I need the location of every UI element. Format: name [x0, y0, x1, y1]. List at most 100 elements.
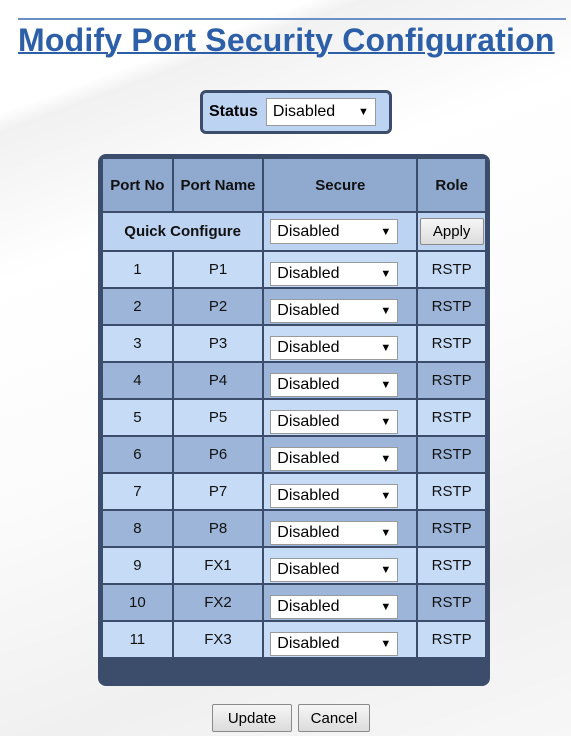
status-select[interactable]: Disabled ▼ — [265, 98, 376, 126]
port-name-cell: P5 — [173, 400, 263, 435]
role-cell: RSTP — [418, 252, 485, 287]
secure-cell: Disabled ▼ — [264, 252, 417, 287]
table-row: 9 FX1 Disabled ▼ RSTP — [103, 548, 485, 583]
role-cell: RSTP — [418, 437, 485, 472]
role-cell: RSTP — [418, 474, 485, 509]
table-row: 2 P2 Disabled ▼ RSTP — [103, 289, 485, 324]
secure-cell: Disabled ▼ — [264, 326, 417, 361]
secure-select-value: Disabled — [277, 412, 340, 430]
port-name-cell: P6 — [173, 437, 263, 472]
form-actions: Update Cancel — [212, 704, 370, 732]
secure-select[interactable]: Disabled ▼ — [270, 372, 399, 397]
header-role: Role — [418, 159, 485, 211]
dropdown-arrow-icon: ▼ — [380, 563, 392, 576]
dropdown-arrow-icon: ▼ — [380, 637, 392, 650]
role-cell: RSTP — [418, 326, 485, 361]
secure-cell: Disabled ▼ — [264, 585, 417, 620]
secure-cell: Disabled ▼ — [264, 474, 417, 509]
dropdown-arrow-icon: ▼ — [380, 526, 392, 539]
secure-select[interactable]: Disabled ▼ — [270, 446, 399, 471]
secure-select[interactable]: Disabled ▼ — [270, 298, 399, 323]
dropdown-arrow-icon: ▼ — [380, 452, 392, 465]
secure-select[interactable]: Disabled ▼ — [270, 631, 399, 656]
port-no-cell: 5 — [103, 400, 172, 435]
table-row: 3 P3 Disabled ▼ RSTP — [103, 326, 485, 361]
secure-select-value: Disabled — [277, 338, 340, 356]
secure-select[interactable]: Disabled ▼ — [270, 557, 399, 582]
dropdown-arrow-icon: ▼ — [380, 341, 392, 354]
secure-cell: Disabled ▼ — [264, 511, 417, 546]
dropdown-arrow-icon: ▼ — [358, 106, 369, 118]
table-row: 1 P1 Disabled ▼ RSTP — [103, 252, 485, 287]
secure-cell: Disabled ▼ — [264, 363, 417, 398]
secure-select-value: Disabled — [277, 264, 340, 282]
role-cell: RSTP — [418, 585, 485, 620]
port-no-cell: 11 — [103, 622, 172, 657]
role-cell: RSTP — [418, 511, 485, 546]
quick-configure-select[interactable]: Disabled ▼ — [270, 219, 399, 244]
apply-cell: Apply — [418, 213, 485, 250]
port-no-cell: 6 — [103, 437, 172, 472]
secure-select[interactable]: Disabled ▼ — [270, 261, 399, 286]
secure-select-value: Disabled — [277, 597, 340, 615]
secure-select[interactable]: Disabled ▼ — [270, 520, 399, 545]
title-rule — [18, 18, 566, 20]
port-no-cell: 3 — [103, 326, 172, 361]
port-name-cell: P2 — [173, 289, 263, 324]
port-name-cell: FX2 — [173, 585, 263, 620]
port-no-cell: 1 — [103, 252, 172, 287]
role-cell: RSTP — [418, 548, 485, 583]
table-row: 11 FX3 Disabled ▼ RSTP — [103, 622, 485, 657]
port-name-cell: P8 — [173, 511, 263, 546]
apply-button[interactable]: Apply — [419, 218, 484, 245]
port-name-cell: FX1 — [173, 548, 263, 583]
port-no-cell: 4 — [103, 363, 172, 398]
quick-configure-cell: Disabled ▼ — [264, 213, 417, 250]
secure-select[interactable]: Disabled ▼ — [270, 409, 399, 434]
port-no-cell: 10 — [103, 585, 172, 620]
quick-configure-select-value: Disabled — [277, 222, 340, 240]
port-security-table: Port No Port Name Secure Role Quick Conf… — [101, 157, 487, 659]
dropdown-arrow-icon: ▼ — [380, 225, 392, 238]
header-port-name: Port Name — [173, 159, 263, 211]
secure-select-value: Disabled — [277, 560, 340, 578]
port-no-cell: 9 — [103, 548, 172, 583]
status-label: Status — [209, 103, 258, 120]
status-select-value: Disabled — [272, 103, 336, 120]
dropdown-arrow-icon: ▼ — [380, 267, 392, 280]
port-name-cell: FX3 — [173, 622, 263, 657]
quick-configure-row: Quick Configure Disabled ▼ Apply — [103, 213, 485, 250]
secure-select[interactable]: Disabled ▼ — [270, 335, 399, 360]
secure-select-value: Disabled — [277, 486, 340, 504]
secure-cell: Disabled ▼ — [264, 289, 417, 324]
secure-cell: Disabled ▼ — [264, 437, 417, 472]
dropdown-arrow-icon: ▼ — [380, 489, 392, 502]
secure-cell: Disabled ▼ — [264, 548, 417, 583]
dropdown-arrow-icon: ▼ — [380, 600, 392, 613]
port-security-table-frame: Port No Port Name Secure Role Quick Conf… — [98, 154, 490, 686]
secure-select-value: Disabled — [277, 375, 340, 393]
secure-select-value: Disabled — [277, 449, 340, 467]
table-row: 8 P8 Disabled ▼ RSTP — [103, 511, 485, 546]
update-button[interactable]: Update — [212, 704, 292, 732]
table-header-row: Port No Port Name Secure Role — [103, 159, 485, 211]
secure-select[interactable]: Disabled ▼ — [270, 594, 399, 619]
table-row: 7 P7 Disabled ▼ RSTP — [103, 474, 485, 509]
secure-select-value: Disabled — [277, 301, 340, 319]
secure-select-value: Disabled — [277, 634, 340, 652]
table-row: 4 P4 Disabled ▼ RSTP — [103, 363, 485, 398]
status-panel: Status Disabled ▼ — [200, 90, 392, 134]
port-no-cell: 2 — [103, 289, 172, 324]
page-title: Modify Port Security Configuration — [18, 22, 555, 58]
header-port-no: Port No — [103, 159, 172, 211]
cancel-button[interactable]: Cancel — [298, 704, 370, 732]
secure-cell: Disabled ▼ — [264, 622, 417, 657]
role-cell: RSTP — [418, 289, 485, 324]
port-name-cell: P7 — [173, 474, 263, 509]
dropdown-arrow-icon: ▼ — [380, 304, 392, 317]
secure-select[interactable]: Disabled ▼ — [270, 483, 399, 508]
role-cell: RSTP — [418, 622, 485, 657]
title-area: Modify Port Security Configuration — [18, 18, 566, 59]
dropdown-arrow-icon: ▼ — [380, 415, 392, 428]
table-row: 6 P6 Disabled ▼ RSTP — [103, 437, 485, 472]
